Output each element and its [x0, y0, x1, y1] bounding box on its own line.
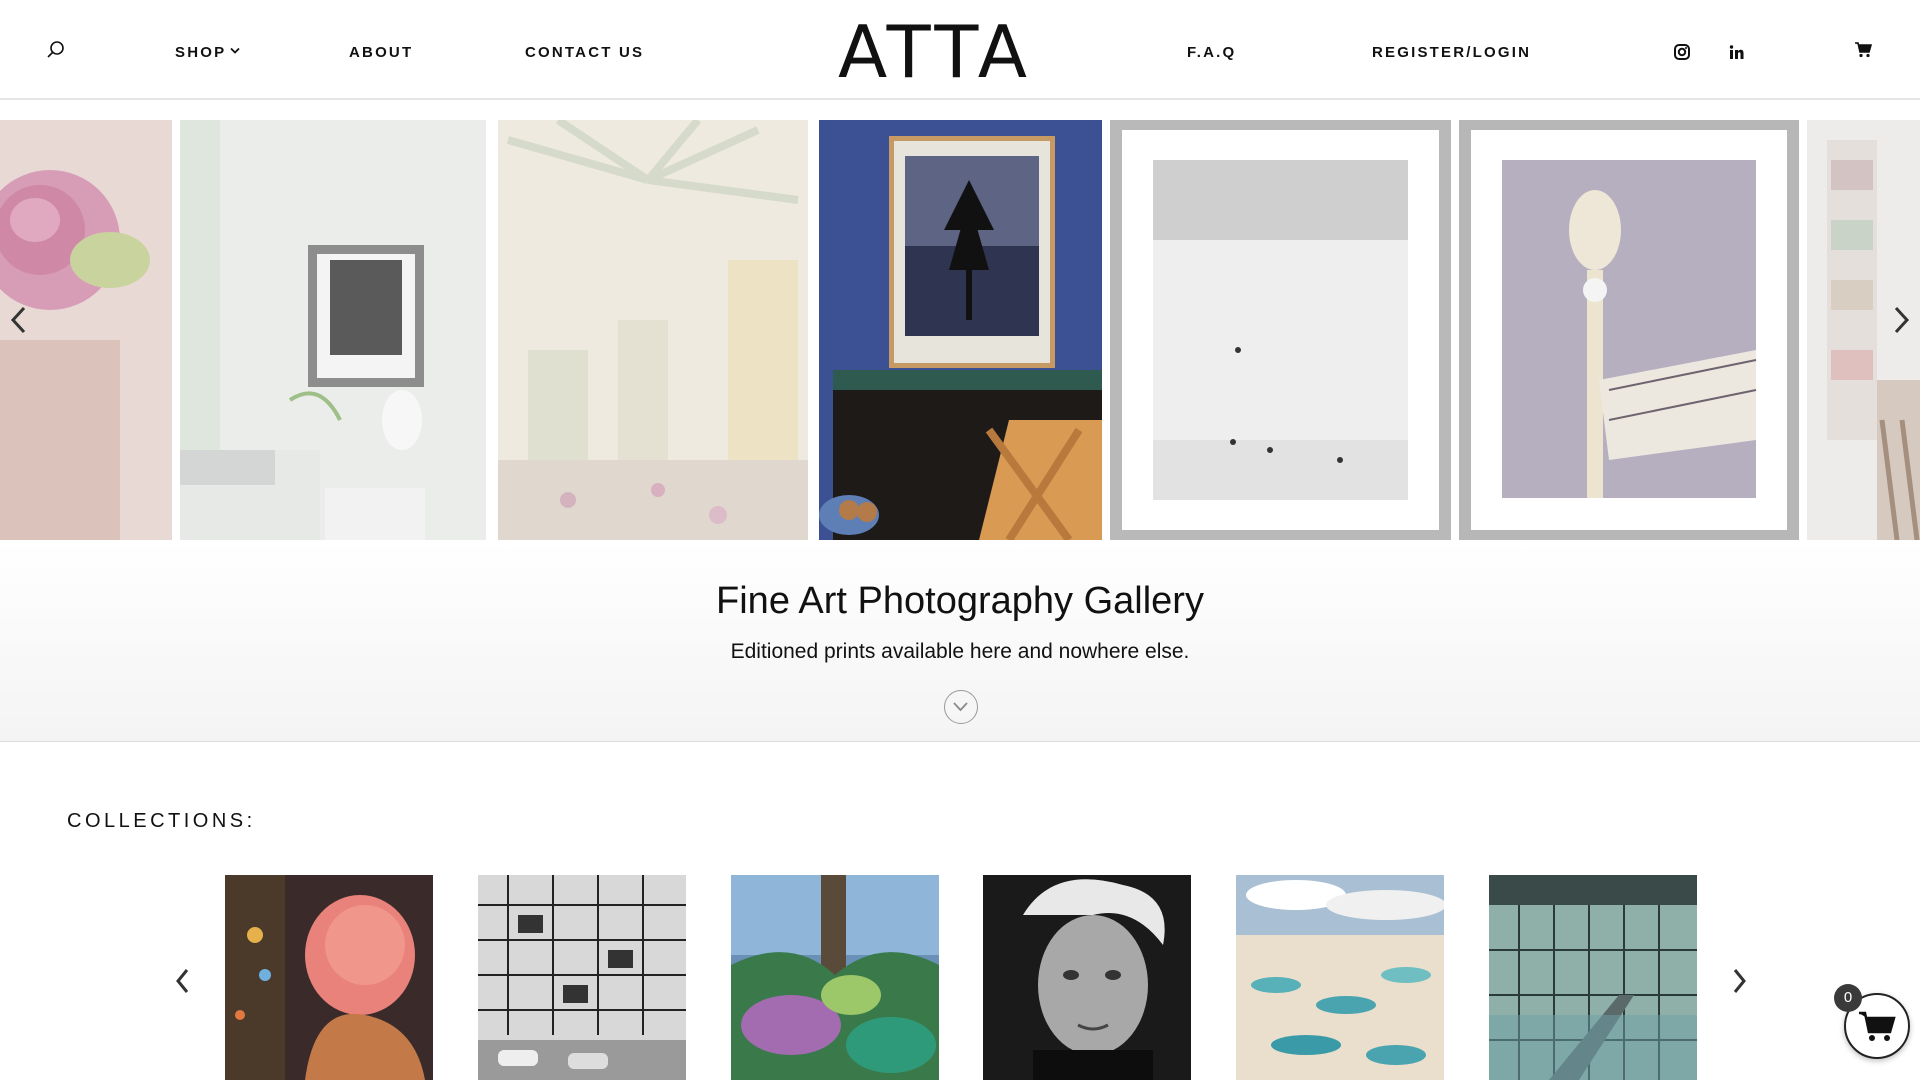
cart-icon [1859, 1011, 1896, 1041]
collection-sand-dunes[interactable] [1236, 875, 1444, 1080]
collection-facade-bw[interactable] [478, 875, 686, 1080]
collection-image [1236, 875, 1444, 1080]
site-header: SHOP ABOUT CONTACT US ATTA F.A.Q REGISTE… [0, 0, 1920, 100]
collection-glass-atrium[interactable] [1489, 875, 1697, 1080]
scroll-down-button[interactable] [944, 690, 978, 724]
collection-red-hair-night[interactable] [225, 875, 433, 1080]
search-icon[interactable] [46, 40, 66, 60]
hero-prev-arrow-icon[interactable] [10, 306, 26, 334]
collection-image [478, 875, 686, 1080]
slide-bedroom[interactable] [180, 120, 486, 540]
collection-image [983, 875, 1191, 1080]
collection-tropical-palms[interactable] [731, 875, 939, 1080]
tree-framed-image [819, 120, 1102, 540]
chevron-down-icon[interactable] [230, 47, 240, 55]
collections-heading: COLLECTIONS: [67, 810, 256, 832]
slide-palms[interactable] [498, 120, 808, 540]
collection-image [1489, 875, 1697, 1080]
nav-faq[interactable]: F.A.Q [1187, 44, 1236, 61]
collections-prev-arrow-icon[interactable] [175, 968, 189, 994]
cart-icon[interactable] [1854, 42, 1872, 58]
hero-next-arrow-icon[interactable] [1894, 306, 1910, 334]
hero-title: Fine Art Photography Gallery [716, 580, 1204, 622]
collection-image [225, 875, 433, 1080]
hero-carousel [0, 120, 1920, 540]
collections-next-arrow-icon[interactable] [1733, 968, 1747, 994]
collection-portrait[interactable] [983, 875, 1191, 1080]
site-logo[interactable]: ATTA [838, 10, 1032, 94]
clock-framed-image [1459, 120, 1799, 540]
nav-shop[interactable]: SHOP [175, 44, 226, 61]
chevron-down-circle-icon [953, 702, 968, 712]
plaza-framed-image [1110, 120, 1451, 540]
collection-image [731, 875, 939, 1080]
linkedin-icon[interactable] [1729, 45, 1744, 60]
nav-register-login[interactable]: REGISTER/LOGIN [1372, 44, 1531, 61]
hero-subtitle: Editioned prints available here and nowh… [730, 640, 1190, 663]
slide-plaza-framed[interactable] [1110, 120, 1451, 540]
slide-tree-framed[interactable] [819, 120, 1102, 540]
palms-image [498, 120, 808, 540]
nav-contact-us[interactable]: CONTACT US [525, 44, 644, 61]
cart-count-badge: 0 [1834, 984, 1862, 1012]
instagram-icon[interactable] [1674, 44, 1690, 60]
slide-clock-framed[interactable] [1459, 120, 1799, 540]
hero-title-band: Fine Art Photography Gallery Editioned p… [0, 540, 1920, 742]
bedroom-image [180, 120, 486, 540]
nav-about[interactable]: ABOUT [349, 44, 413, 61]
